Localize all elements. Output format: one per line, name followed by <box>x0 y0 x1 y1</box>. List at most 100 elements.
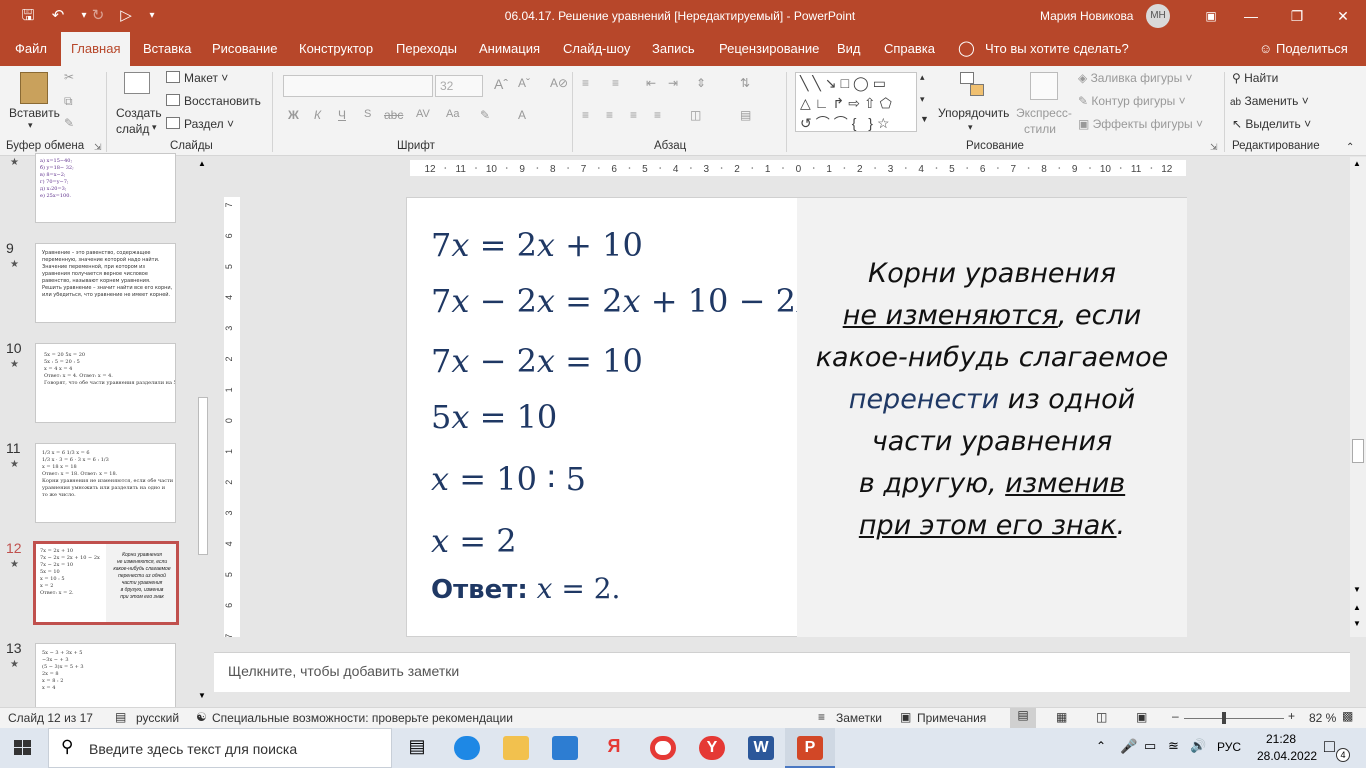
tab-animations[interactable]: Анимация <box>479 32 540 66</box>
shapes-gallery[interactable]: ╲╲↘□◯▭ △∟↱⇨⇧⬠ ↺⌒⌒{ }☆ <box>795 72 917 132</box>
close-icon[interactable]: ✕ <box>1320 0 1366 32</box>
avatar[interactable]: МН <box>1146 4 1170 28</box>
highlight-icon[interactable]: ✎ <box>480 108 490 122</box>
new-slide-icon[interactable] <box>124 72 150 94</box>
yandex-icon[interactable]: Я <box>601 736 627 760</box>
microphone-icon[interactable]: 🎤 <box>1120 738 1137 755</box>
notes-placeholder[interactable]: Щелкните, чтобы добавить заметки <box>228 663 459 679</box>
clipboard-launcher-icon[interactable]: ⇲ <box>94 142 102 153</box>
tab-slideshow[interactable]: Слайд-шоу <box>563 32 630 66</box>
paste-icon[interactable] <box>20 72 48 104</box>
shapes-scroll-up-icon[interactable]: ▴ <box>920 72 925 83</box>
zoom-slider-track[interactable] <box>1184 718 1284 719</box>
slide-scroll-down-icon[interactable]: ▼ <box>1353 585 1361 594</box>
bullets-icon[interactable]: ≡ <box>582 76 589 90</box>
arrange-button[interactable]: Упорядочить <box>938 106 1009 120</box>
volume-icon[interactable]: 🔊 <box>1190 738 1206 754</box>
slideshow-view-icon[interactable]: ▣ <box>1136 710 1147 724</box>
shapes-scroll-down-icon[interactable]: ▾ <box>920 94 925 105</box>
customize-toolbar-icon[interactable]: ▾ <box>138 0 166 32</box>
align-right-icon[interactable]: ≡ <box>630 108 637 122</box>
tab-insert[interactable]: Вставка <box>143 32 191 66</box>
maximize-icon[interactable]: ❐ <box>1274 0 1320 32</box>
paste-button[interactable]: Вставить <box>9 106 60 120</box>
paste-dropdown-icon[interactable]: ▾ <box>28 120 33 131</box>
notes-pane[interactable]: Щелкните, чтобы добавить заметки <box>214 652 1350 692</box>
normal-view-icon[interactable]: ▤ <box>1010 708 1036 728</box>
equation-line-4[interactable]: 5𝑥 = 10 <box>431 398 557 436</box>
redo-icon[interactable]: ↻ <box>84 0 112 32</box>
quick-styles-label-1[interactable]: Экспресс- <box>1016 106 1072 120</box>
tab-home[interactable]: Главная <box>61 32 131 66</box>
scroll-up-icon[interactable]: ▲ <box>198 159 206 168</box>
zoom-in-icon[interactable]: + <box>1288 709 1295 723</box>
thumbnail-slide-11[interactable]: 1/3 x = 6 1/3 x = 6 1/3 x · 3 = 6 · 3 x =… <box>35 443 176 523</box>
slide-scroll-up-icon[interactable]: ▲ <box>1353 159 1361 168</box>
layout-button[interactable]: Макет ˅ <box>166 71 228 85</box>
thumbnail-slide-10[interactable]: 5x = 20 5x = 20 5x : 5 = 20 : 5x = 4 x =… <box>35 343 176 423</box>
shape-effects-button[interactable]: ▣ Эффекты фигуры ˅ <box>1078 117 1203 131</box>
font-color-icon[interactable]: A <box>518 108 526 122</box>
drawing-launcher-icon[interactable]: ⇲ <box>1210 142 1218 153</box>
undo-icon[interactable]: ↶ <box>44 0 72 32</box>
yandex-browser-icon[interactable]: Y <box>699 736 725 760</box>
slideshow-start-icon[interactable]: ▷ <box>112 0 140 32</box>
notification-icon[interactable]: □ <box>1324 736 1335 757</box>
copy-icon[interactable]: ⧉ <box>64 94 73 109</box>
next-slide-icon[interactable]: ▼ <box>1353 619 1361 628</box>
word-icon[interactable]: W <box>748 736 774 760</box>
tab-review[interactable]: Рецензирование <box>719 32 819 66</box>
tab-view[interactable]: Вид <box>837 32 861 66</box>
bold-icon[interactable]: Ж <box>288 108 299 122</box>
share-button[interactable]: Поделиться <box>1276 32 1348 66</box>
thumbnail-slide-9[interactable]: Уравнение – это равенство, содержащее пер… <box>35 243 176 323</box>
previous-slide-icon[interactable]: ▲ <box>1353 603 1361 612</box>
clock-time[interactable]: 21:28 <box>1266 732 1296 746</box>
save-icon[interactable]: 🖫 <box>14 0 42 32</box>
cut-icon[interactable]: ✂ <box>64 70 74 84</box>
proofing-icon[interactable]: ▤ <box>115 710 126 724</box>
reset-button[interactable]: Восстановить <box>166 94 261 108</box>
new-slide-label-2[interactable]: слайд <box>116 122 149 136</box>
strikethrough-icon[interactable]: abc <box>384 108 403 122</box>
text-direction-icon[interactable]: ⇅ <box>740 76 750 90</box>
increase-indent-icon[interactable]: ⇥ <box>668 76 678 90</box>
arrange-dropdown-icon[interactable]: ▾ <box>968 122 973 133</box>
thumbnail-scroll-thumb[interactable] <box>198 397 208 555</box>
task-view-icon[interactable]: ▤ <box>404 736 430 760</box>
answer-line[interactable]: Ответ: 𝑥 = 2. <box>431 572 620 605</box>
collapse-ribbon-icon[interactable]: ⌃ <box>1346 142 1354 153</box>
select-button[interactable]: ↖ Выделить ˅ <box>1232 117 1311 131</box>
section-button[interactable]: Раздел ˅ <box>166 117 234 131</box>
powerpoint-icon[interactable]: P <box>797 736 823 760</box>
user-name[interactable]: Мария Новикова <box>1040 0 1133 32</box>
align-text-icon[interactable]: ▤ <box>740 108 751 122</box>
equation-line-3[interactable]: 7𝑥 − 2𝑥 = 10 <box>431 342 643 380</box>
tab-transitions[interactable]: Переходы <box>396 32 457 66</box>
justify-icon[interactable]: ≡ <box>654 108 661 122</box>
opera-icon[interactable] <box>650 736 676 760</box>
columns-icon[interactable]: ◫ <box>690 108 701 122</box>
edge-icon[interactable] <box>454 736 480 760</box>
equation-line-5[interactable]: 𝑥 = 10 ∶ 5 <box>431 460 586 498</box>
align-left-icon[interactable]: ≡ <box>582 108 589 122</box>
fit-slide-icon[interactable]: ▩ <box>1342 709 1353 723</box>
quick-styles-label-2[interactable]: стили <box>1024 122 1056 136</box>
shape-outline-button[interactable]: ✎ Контур фигуры ˅ <box>1078 94 1186 108</box>
taskbar-search-box[interactable]: ⚲ Введите здесь текст для поиска <box>48 728 392 768</box>
thumbnail-scrollbar[interactable]: ▲ ▼ <box>196 157 210 707</box>
minimize-icon[interactable]: — <box>1228 0 1274 32</box>
input-language[interactable]: РУС <box>1217 740 1241 754</box>
reading-view-icon[interactable]: ◫ <box>1096 710 1107 724</box>
font-name-box[interactable] <box>283 75 433 97</box>
arrange-icon[interactable] <box>958 72 988 100</box>
rule-textbox[interactable]: Корни уравнения не изменяются, если како… <box>797 198 1187 637</box>
comments-button[interactable]: Примечания <box>917 711 986 725</box>
tab-file[interactable]: Файл <box>15 32 47 66</box>
thumbnail-slide-12-selected[interactable]: 7x = 2x + 10 7x − 2x = 2x + 10 − 2x 7x − 2… <box>33 541 179 625</box>
decrease-indent-icon[interactable]: ⇤ <box>646 76 656 90</box>
accessibility-status[interactable]: Специальные возможности: проверьте реком… <box>212 711 513 725</box>
line-spacing-icon[interactable]: ⇕ <box>696 76 706 90</box>
tab-help[interactable]: Справка <box>884 32 935 66</box>
slide-canvas[interactable]: 7𝑥 = 2𝑥 + 10 7𝑥 − 2𝑥 = 2𝑥 + 10 − 2𝑥 7𝑥 −… <box>406 197 1187 637</box>
